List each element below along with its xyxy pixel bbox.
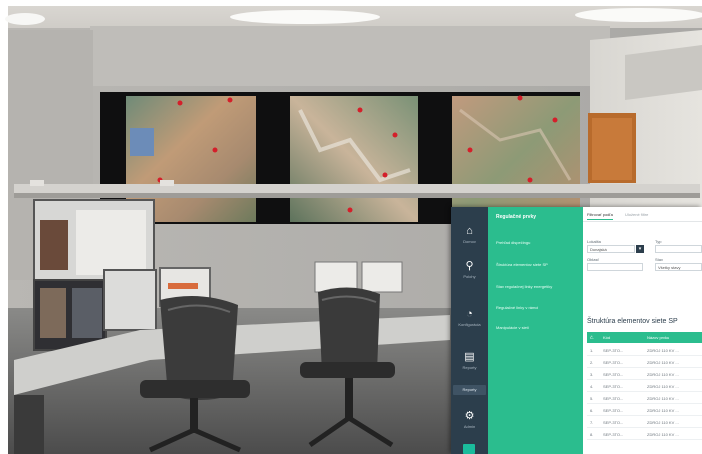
table-row[interactable]: 1. SEP-3TO... ZDROJ 110 KV ... <box>587 344 702 356</box>
submenu-title: Regulačné prvky <box>496 214 537 220</box>
submenu-item[interactable]: Prehľad dispečingu <box>496 240 530 245</box>
sidebar: ⌂ Domov ⚲ Polohy ◔ Konfigurácia ▤ Report… <box>451 207 488 454</box>
table-cell: SEP-3TO... <box>603 420 624 425</box>
type-select[interactable] <box>655 245 702 253</box>
monitor <box>361 261 403 293</box>
table-row[interactable]: 8. SEP-3TO... ZDROJ 110 KV ... <box>587 428 702 440</box>
table-cell: 2. <box>590 360 594 365</box>
chevron-down-icon[interactable]: ▾ <box>636 245 644 253</box>
table-cell: ZDROJ 110 KV ... <box>647 384 679 389</box>
section-title: Štruktúra elementov siete SP <box>587 318 678 325</box>
sidebar-bottom-button[interactable] <box>463 444 475 454</box>
filter-label-area: Oblasť <box>587 257 599 262</box>
main-content: Filtrovať podľa Uložené filtre Lokalita … <box>583 207 702 454</box>
sidebar-item-config[interactable]: ◔ Konfigurácia <box>451 302 488 340</box>
monitor <box>103 269 157 331</box>
sidebar-item-label: Konfigurácia <box>458 322 481 327</box>
table-cell: 5. <box>590 396 594 401</box>
table-header-cell: Kód <box>603 335 611 340</box>
submenu-item[interactable]: Štruktúra elementov siete SP <box>496 262 548 267</box>
submenu-item[interactable]: Manipulácie v sieti <box>496 325 529 330</box>
table-cell: SEP-3TO... <box>603 396 624 401</box>
document-icon: ▤ <box>464 351 475 363</box>
table-cell: SEP-3TO... <box>603 432 624 437</box>
table-row[interactable]: 6. SEP-3TO... ZDROJ 110 KV ... <box>587 404 702 416</box>
table-row[interactable]: 4. SEP-3TO... ZDROJ 110 KV ... <box>587 380 702 392</box>
app-window: ⌂ Domov ⚲ Polohy ◔ Konfigurácia ▤ Report… <box>451 207 702 454</box>
table-cell: SEP-3TO... <box>603 372 624 377</box>
tab-bar: Filtrovať podľa Uložené filtre <box>583 207 702 222</box>
table-header-cell: Č. <box>590 335 594 340</box>
submenu-panel: Regulačné prvky Prehľad dispečingu Štruk… <box>488 207 583 454</box>
table-cell: SEP-3TO... <box>603 348 624 353</box>
submenu-item[interactable]: Stav regulačnej linky energetiky <box>496 284 552 289</box>
sidebar-item-locations[interactable]: ⚲ Polohy <box>451 254 488 292</box>
status-select[interactable]: Všetky stavy <box>655 263 702 271</box>
table-cell: ZDROJ 110 KV ... <box>647 360 679 365</box>
sidebar-subitem[interactable]: Reporty <box>453 385 486 395</box>
table-cell: 4. <box>590 384 594 389</box>
submenu-item[interactable]: Regulačné linky v rámci <box>496 305 538 310</box>
sidebar-item-label: Polohy <box>463 274 476 279</box>
table-cell: SEP-3TO... <box>603 384 624 389</box>
table-cell: ZDROJ 110 KV ... <box>647 420 679 425</box>
table-cell: ZDROJ 110 KV ... <box>647 348 679 353</box>
sidebar-item-admin[interactable]: ⚙ Admin <box>451 404 488 442</box>
pin-icon: ⚲ <box>465 260 474 272</box>
sidebar-item-label: Reporty <box>462 365 477 370</box>
table-cell: 1. <box>590 348 594 353</box>
area-field[interactable] <box>587 263 643 271</box>
ceiling-light <box>575 8 702 22</box>
table-cell: 3. <box>590 372 594 377</box>
table-cell: 8. <box>590 432 594 437</box>
location-select[interactable]: Dunajská <box>587 245 635 253</box>
home-icon: ⌂ <box>466 225 473 237</box>
sidebar-item-label: Domov <box>463 239 476 244</box>
table-header-cell: Názov prvku <box>647 335 670 340</box>
filter-label-type: Typ <box>655 239 662 244</box>
tab-filter[interactable]: Filtrovať podľa <box>587 212 613 220</box>
filter-label-location: Lokalita <box>587 239 601 244</box>
gear-icon: ⚙ <box>464 410 475 422</box>
table-row[interactable]: 2. SEP-3TO... ZDROJ 110 KV ... <box>587 356 702 368</box>
table-row[interactable]: 7. SEP-3TO... ZDROJ 110 KV ... <box>587 416 702 428</box>
monitor <box>314 261 358 293</box>
table-cell: SEP-3TO... <box>603 408 624 413</box>
table-cell: ZDROJ 110 KV ... <box>647 372 679 377</box>
table-cell: ZDROJ 110 KV ... <box>647 432 679 437</box>
table-row[interactable]: 3. SEP-3TO... ZDROJ 110 KV ... <box>587 368 702 380</box>
table-header: Č. Kód Názov prvku <box>587 332 702 343</box>
sidebar-item-label: Admin <box>463 424 476 429</box>
sidebar-item-home[interactable]: ⌂ Domov <box>451 219 488 257</box>
chart-icon: ◔ <box>466 308 473 320</box>
table-cell: ZDROJ 110 KV ... <box>647 396 679 401</box>
table-row[interactable]: 5. SEP-3TO... ZDROJ 110 KV ... <box>587 392 702 404</box>
ceiling-light <box>230 10 380 24</box>
table-cell: 7. <box>590 420 594 425</box>
table-cell: ZDROJ 110 KV ... <box>647 408 679 413</box>
filter-label-status: Stav <box>655 257 664 262</box>
ceiling-light <box>5 13 45 25</box>
table-cell: SEP-3TO... <box>603 360 624 365</box>
table-cell: 6. <box>590 408 594 413</box>
tab-saved-filters[interactable]: Uložené filtre <box>625 212 648 217</box>
sidebar-item-reports[interactable]: ▤ Reporty <box>451 345 488 383</box>
